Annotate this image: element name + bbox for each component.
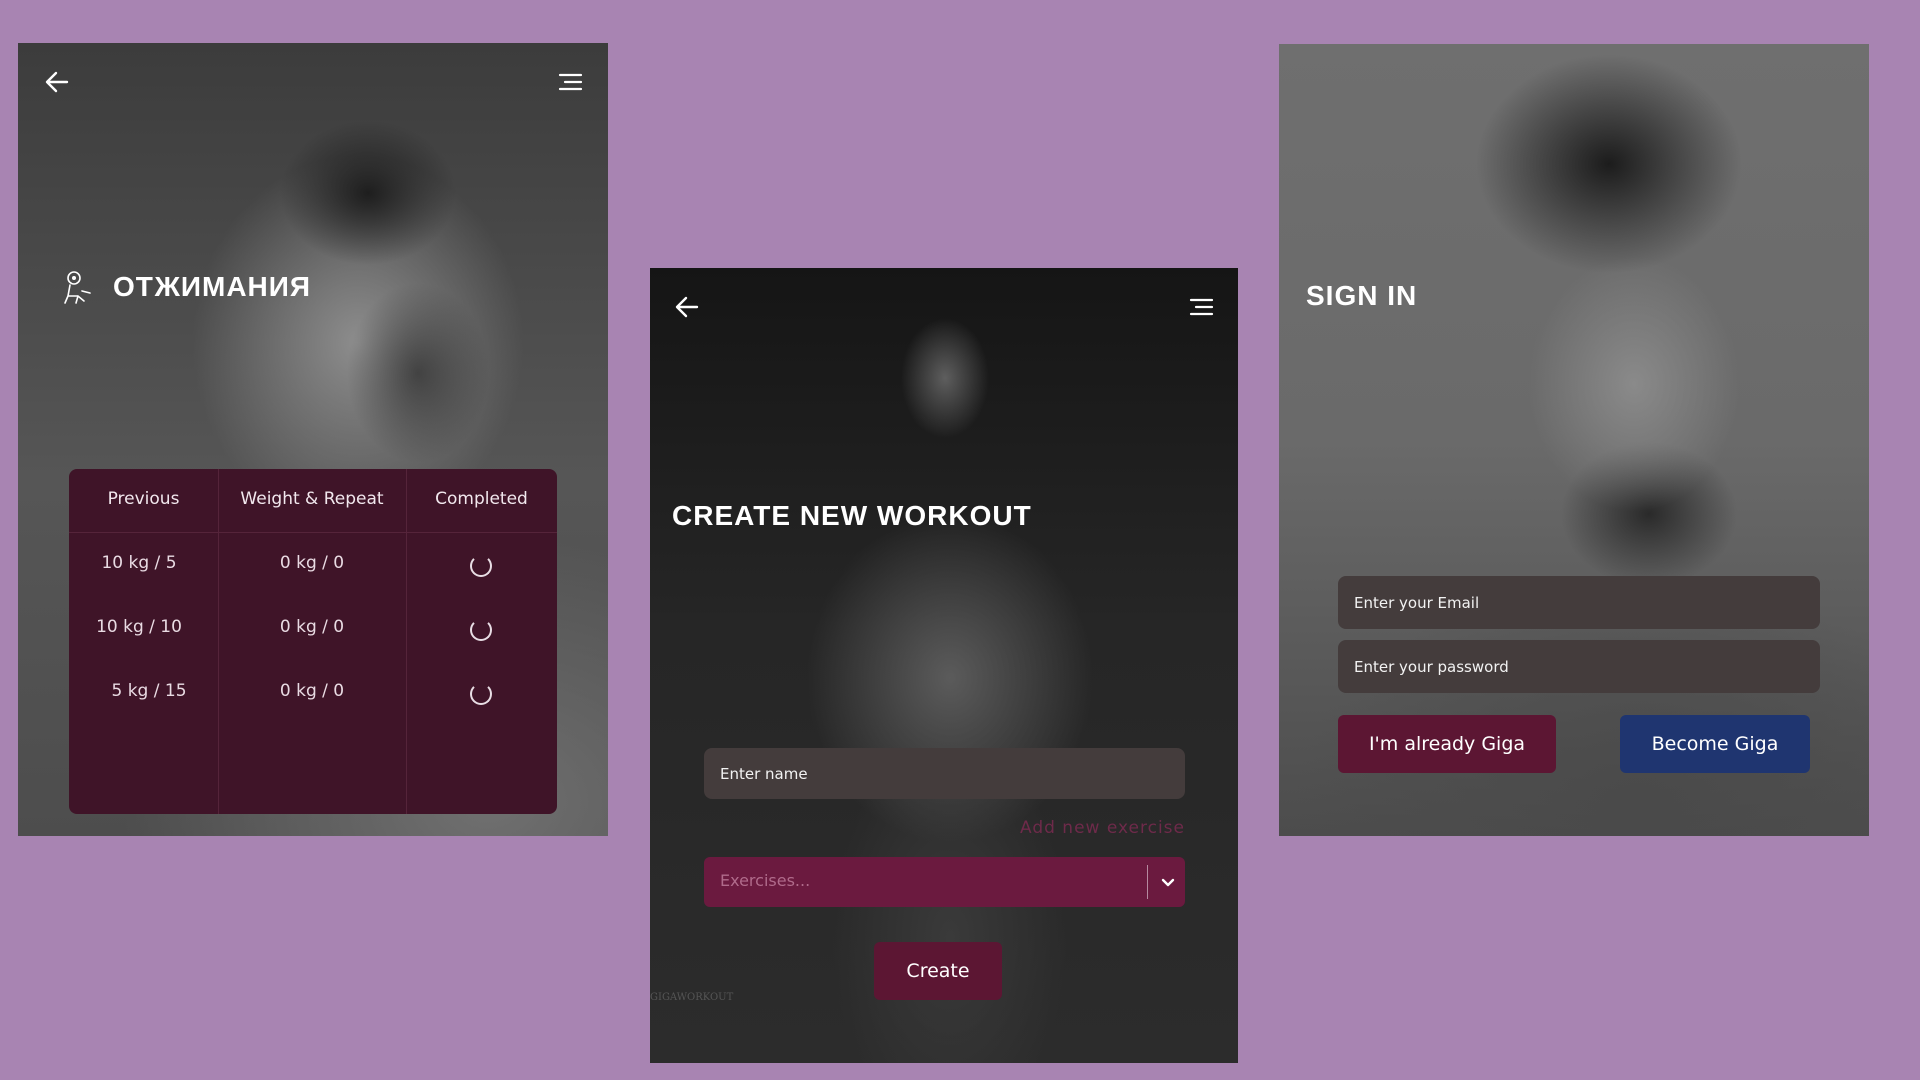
create-workout-screen: CREATE NEW WORKOUT Add new exercise Exer… xyxy=(650,268,1238,1063)
cell-weight-repeat[interactable]: 0 kg / 0 xyxy=(218,681,406,701)
spinner-icon[interactable] xyxy=(470,555,492,577)
sets-table: Previous Weight & Repeat Completed 10 kg… xyxy=(69,469,557,814)
cell-previous: 10 kg / 5 xyxy=(101,553,177,573)
sign-in-screen: SIGN IN I'm already Giga Become Giga xyxy=(1279,44,1869,836)
register-button[interactable]: Become Giga xyxy=(1620,715,1810,773)
workout-name-input[interactable] xyxy=(704,748,1185,799)
cell-previous: 10 kg / 10 xyxy=(96,617,182,637)
cell-weight-repeat[interactable]: 0 kg / 0 xyxy=(218,553,406,573)
page-title: SIGN IN xyxy=(1306,280,1418,311)
page-title: CREATE NEW WORKOUT xyxy=(672,500,1032,531)
chevron-down-icon[interactable] xyxy=(1156,870,1180,894)
arrow-left-icon[interactable] xyxy=(672,292,702,322)
watermark: GIGAWORKOUT xyxy=(650,992,734,1003)
cell-weight-repeat[interactable]: 0 kg / 0 xyxy=(218,617,406,637)
exercises-select[interactable]: Exercises... xyxy=(704,857,1185,907)
header-completed: Completed xyxy=(435,489,528,509)
menu-icon[interactable] xyxy=(554,67,584,97)
menu-icon[interactable] xyxy=(1185,292,1215,322)
spinner-icon[interactable] xyxy=(470,619,492,641)
cell-previous: 5 kg / 15 xyxy=(111,681,187,701)
header-weight-repeat: Weight & Repeat xyxy=(240,489,384,509)
exercise-icon xyxy=(64,271,91,304)
email-field[interactable] xyxy=(1338,576,1820,629)
column-divider xyxy=(218,469,219,814)
spinner-icon[interactable] xyxy=(470,683,492,705)
login-button[interactable]: I'm already Giga xyxy=(1338,715,1556,773)
header-divider xyxy=(69,532,557,533)
password-field[interactable] xyxy=(1338,640,1820,693)
arrow-left-icon[interactable] xyxy=(42,67,72,97)
exercise-screen: ОТЖИМАНИЯ Previous Weight & Repeat Compl… xyxy=(18,43,608,836)
add-exercise-link[interactable]: Add new exercise xyxy=(1020,818,1185,838)
column-divider xyxy=(406,469,407,814)
create-button[interactable]: Create xyxy=(874,942,1002,1000)
select-divider xyxy=(1147,865,1148,899)
exercise-title: ОТЖИМАНИЯ xyxy=(113,271,312,302)
exercises-placeholder: Exercises... xyxy=(720,871,811,890)
header-previous: Previous xyxy=(107,489,180,509)
